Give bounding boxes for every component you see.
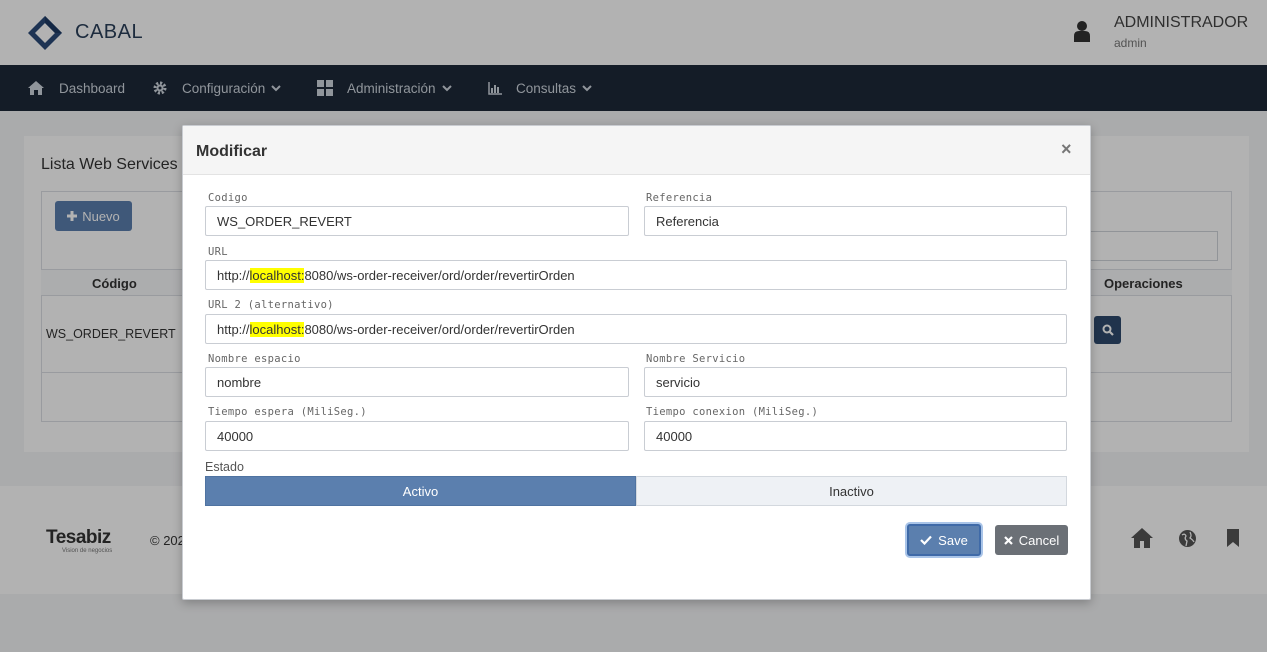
nombre-servicio-label: Nombre Servicio [646, 353, 746, 365]
referencia-field[interactable]: Referencia [644, 206, 1067, 236]
url2-suffix: 8080/ws-order-receiver/ord/order/reverti… [304, 321, 575, 337]
url2-prefix: http:// [217, 321, 250, 337]
estado-activo-toggle[interactable]: Activo [205, 476, 636, 506]
tiempo-espera-field[interactable]: 40000 [205, 421, 629, 451]
nombre-servicio-field[interactable]: servicio [644, 367, 1067, 397]
url2-label: URL 2 (alternativo) [208, 299, 334, 311]
tiempo-espera-label: Tiempo espera (MiliSeg.) [208, 406, 367, 418]
url-field[interactable]: http://localhost: 8080/ws-order-receiver/… [205, 260, 1067, 290]
cancel-button-label: Cancel [1018, 532, 1060, 548]
url-highlight: localhost: [249, 267, 305, 283]
referencia-label: Referencia [646, 192, 713, 204]
url-suffix: 8080/ws-order-receiver/ord/order/reverti… [304, 267, 575, 283]
close-icon [1003, 535, 1013, 545]
url-label: URL [208, 246, 228, 258]
nombre-espacio-field[interactable]: nombre [205, 367, 629, 397]
edit-modal: Modificar × Codigo WS_ORDER_REVERT Refer… [182, 125, 1091, 600]
codigo-label: Codigo [208, 192, 248, 204]
close-icon[interactable]: × [1061, 139, 1072, 160]
url-prefix: http:// [217, 267, 250, 283]
cancel-button[interactable]: Cancel [995, 525, 1068, 555]
modal-title: Modificar [196, 143, 268, 160]
check-icon [920, 535, 932, 545]
estado-inactivo-toggle[interactable]: Inactivo [636, 476, 1067, 506]
url2-field[interactable]: http://localhost: 8080/ws-order-receiver/… [205, 314, 1067, 344]
save-button[interactable]: Save [907, 524, 981, 556]
nombre-espacio-label: Nombre espacio [208, 353, 301, 365]
tiempo-conexion-field[interactable]: 40000 [644, 421, 1067, 451]
estado-label: Estado [205, 460, 244, 474]
tiempo-conexion-label: Tiempo conexion (MiliSeg.) [646, 406, 819, 418]
modal-header: Modificar × [183, 126, 1090, 175]
url2-highlight: localhost: [249, 321, 305, 337]
codigo-field[interactable]: WS_ORDER_REVERT [205, 206, 629, 236]
save-button-label: Save [938, 532, 968, 548]
